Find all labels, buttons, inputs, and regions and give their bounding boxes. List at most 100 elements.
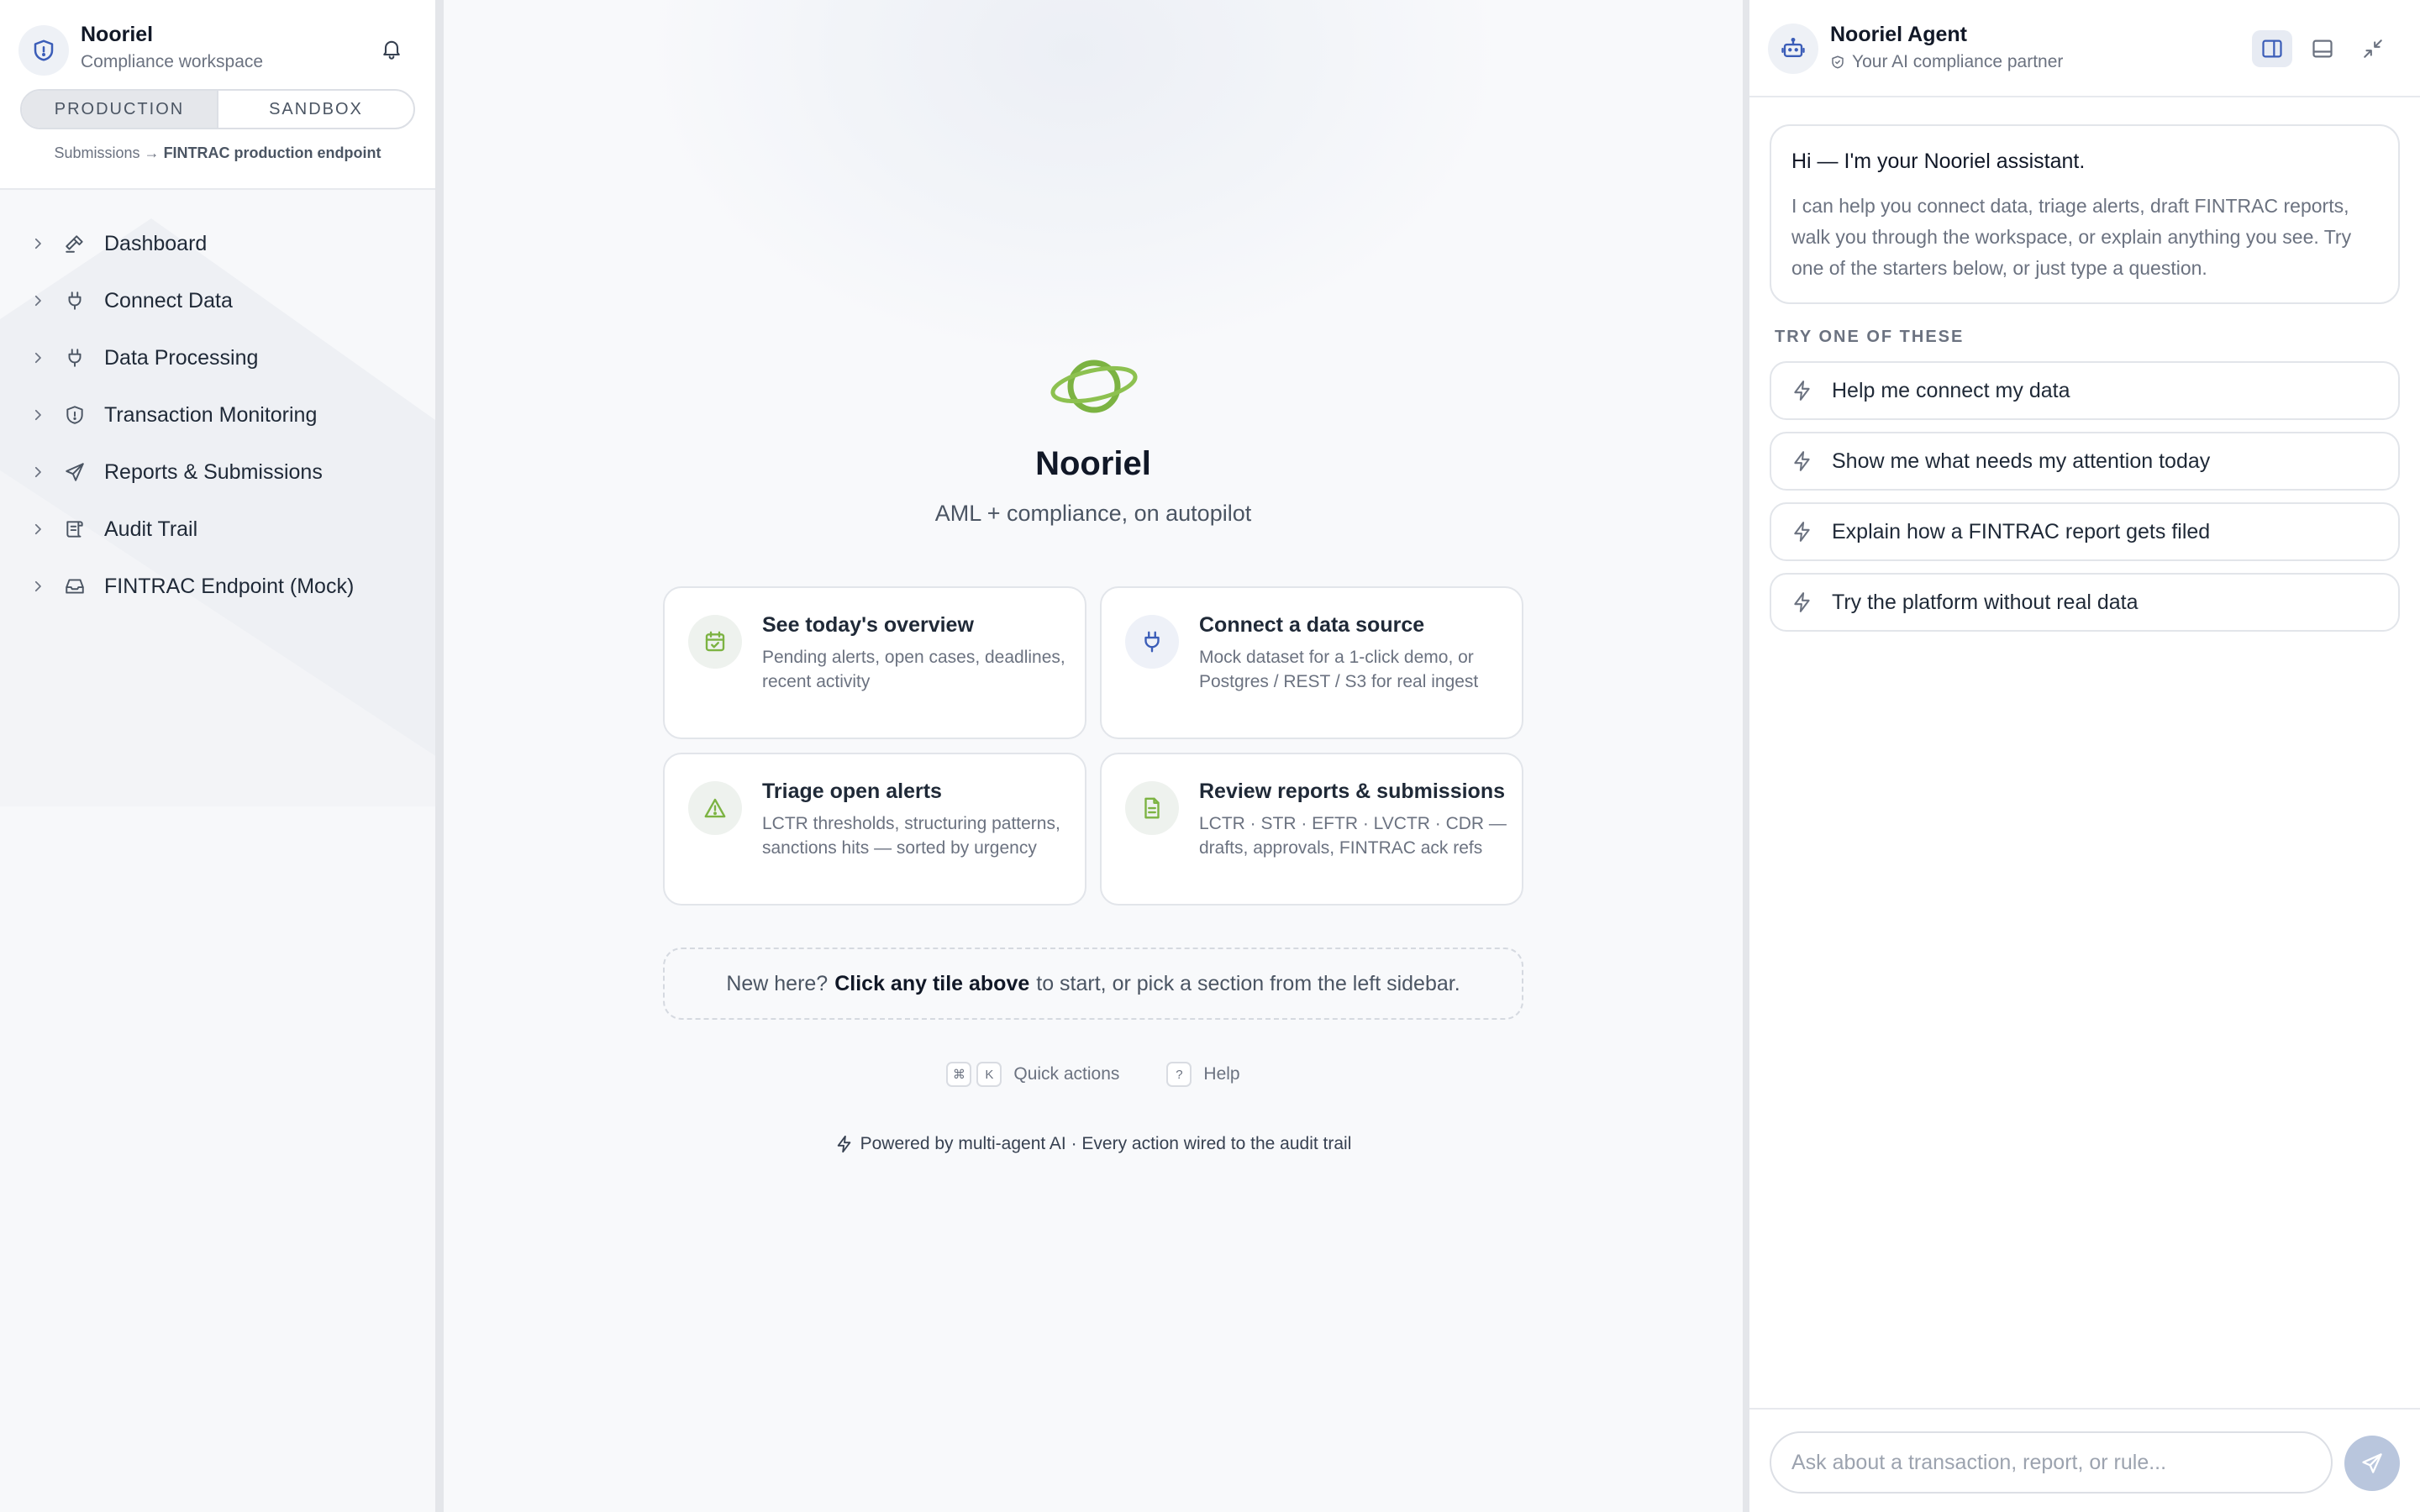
brand-title: Nooriel xyxy=(1035,445,1151,482)
background-glow xyxy=(654,0,1494,353)
help-label[interactable]: Help xyxy=(1203,1064,1239,1084)
greeting-title: Hi — I'm your Nooriel assistant. xyxy=(1791,150,2086,173)
starter-label: Try the platform without real data xyxy=(1832,590,2139,614)
powered-by-text: Powered by multi-agent AI · Every action… xyxy=(860,1134,1352,1153)
chat-composer xyxy=(1749,1408,2420,1512)
tile-todays-overview[interactable]: See today's overview Pending alerts, ope… xyxy=(663,586,1086,739)
starter-connect-data[interactable]: Help me connect my data xyxy=(1770,361,2400,420)
sidebar-item-label: Reports & Submissions xyxy=(104,459,323,484)
main-content: Nooriel AML + compliance, on autopilot S… xyxy=(444,0,1743,1512)
sidebar-item-reports-submissions[interactable]: Reports & Submissions xyxy=(0,444,435,501)
env-sandbox-tab[interactable]: SANDBOX xyxy=(218,91,413,128)
robot-icon xyxy=(1768,24,1818,74)
starter-label: Help me connect my data xyxy=(1832,378,2070,402)
powered-by: Powered by multi-agent AI · Every action… xyxy=(444,1134,1743,1154)
cmd-key: ⌘ xyxy=(946,1062,972,1087)
warning-icon xyxy=(688,781,742,835)
agent-title: Nooriel Agent xyxy=(1830,23,1967,46)
tile-review-reports[interactable]: Review reports & submissions LCTR · STR … xyxy=(1100,753,1523,906)
tile-description: Pending alerts, open cases, deadlines, r… xyxy=(762,648,1065,691)
chevron-right-icon xyxy=(29,349,47,367)
starter-label: Show me what needs my attention today xyxy=(1832,449,2211,473)
starter-attention-today[interactable]: Show me what needs my attention today xyxy=(1770,432,2400,491)
document-icon xyxy=(1125,781,1179,835)
tile-title: Triage open alerts xyxy=(762,780,942,803)
help-key: ? xyxy=(1166,1062,1192,1087)
send-icon xyxy=(62,459,87,485)
send-button[interactable] xyxy=(2344,1436,2400,1491)
onboarding-hint: New here? Click any tile above to start,… xyxy=(663,948,1523,1020)
plug-icon xyxy=(1125,615,1179,669)
sidebar-item-data-processing[interactable]: Data Processing xyxy=(0,329,435,386)
breadcrumb-current: FINTRAC production endpoint xyxy=(163,144,381,161)
tile-title: See today's overview xyxy=(762,613,974,637)
sidebar-item-label: Data Processing xyxy=(104,345,259,370)
breadcrumb-arrow: → xyxy=(144,144,160,161)
quick-actions-label[interactable]: Quick actions xyxy=(1013,1064,1119,1084)
plug-icon xyxy=(62,345,87,370)
agent-subtitle: Your AI compliance partner xyxy=(1830,52,2063,72)
starters-label: TRY ONE OF THESE xyxy=(1775,328,1965,346)
calendar-check-icon xyxy=(688,615,742,669)
sidebar-item-label: Connect Data xyxy=(104,288,233,312)
bolt-icon xyxy=(1791,450,1817,472)
brand-subtitle: AML + compliance, on autopilot xyxy=(934,501,1252,526)
sidebar-item-label: Transaction Monitoring xyxy=(104,402,318,427)
sidebar-item-transaction-monitoring[interactable]: Transaction Monitoring xyxy=(0,386,435,444)
sidebar-header: Nooriel Compliance workspace PRODUCTION … xyxy=(0,0,435,190)
sidebar-item-label: Audit Trail xyxy=(104,517,198,541)
left-sidebar: Nooriel Compliance workspace PRODUCTION … xyxy=(0,0,435,1512)
chevron-right-icon xyxy=(29,406,47,424)
sidebar-item-audit-trail[interactable]: Audit Trail xyxy=(0,501,435,558)
tile-description: Mock dataset for a 1-click demo, or Post… xyxy=(1199,648,1479,691)
tile-description: LCTR thresholds, structuring patterns, s… xyxy=(762,814,1060,858)
assistant-greeting-card: Hi — I'm your Nooriel assistant. I can h… xyxy=(1770,124,2400,304)
environment-toggle: PRODUCTION SANDBOX xyxy=(20,89,415,129)
hammer-icon xyxy=(62,231,87,256)
chevron-right-icon xyxy=(29,577,47,596)
starter-fintrac-report[interactable]: Explain how a FINTRAC report gets filed xyxy=(1770,502,2400,561)
chevron-right-icon xyxy=(29,520,47,538)
agent-subtitle-text: Your AI compliance partner xyxy=(1852,52,2064,71)
planet-logo-icon xyxy=(1050,360,1138,413)
greeting-body: I can help you connect data, triage aler… xyxy=(1791,195,2352,279)
plug-icon xyxy=(62,288,87,313)
notifications-bell-icon[interactable] xyxy=(376,34,407,64)
env-production-tab[interactable]: PRODUCTION xyxy=(22,91,218,128)
starter-label: Explain how a FINTRAC report gets filed xyxy=(1832,519,2211,543)
sidebar-item-dashboard[interactable]: Dashboard xyxy=(0,215,435,272)
agent-header: Nooriel Agent Your AI compliance partner xyxy=(1749,0,2420,97)
starter-try-without-data[interactable]: Try the platform without real data xyxy=(1770,573,2400,632)
tile-connect-data-source[interactable]: Connect a data source Mock dataset for a… xyxy=(1100,586,1523,739)
bottom-panel-layout-button[interactable] xyxy=(2302,30,2343,67)
keyboard-shortcuts: ⌘ K Quick actions ? Help xyxy=(444,1062,1743,1087)
workspace-title: Nooriel xyxy=(81,23,154,46)
chevron-right-icon xyxy=(29,463,47,481)
tile-title: Connect a data source xyxy=(1199,613,1425,637)
inbox-icon xyxy=(62,574,87,599)
collapse-panel-button[interactable] xyxy=(2353,30,2393,67)
agent-panel: Nooriel Agent Your AI compliance partner… xyxy=(1749,0,2420,1512)
tile-title: Review reports & submissions xyxy=(1199,780,1506,803)
chevron-right-icon xyxy=(29,234,47,253)
bolt-icon xyxy=(1791,521,1817,543)
sidebar-item-label: Dashboard xyxy=(104,231,208,255)
chat-input[interactable] xyxy=(1770,1431,2333,1494)
bolt-icon xyxy=(1791,380,1817,402)
bolt-icon xyxy=(1791,591,1817,613)
sidebar-item-label: FINTRAC Endpoint (Mock) xyxy=(104,574,355,598)
breadcrumb-from: Submissions xyxy=(54,144,140,161)
sidebar-nav: Dashboard Connect Data Data Processing T… xyxy=(0,190,435,615)
sidebar-resize-handle[interactable] xyxy=(435,0,444,1512)
hint-prefix: New here? xyxy=(726,971,829,995)
tile-triage-alerts[interactable]: Triage open alerts LCTR thresholds, stru… xyxy=(663,753,1086,906)
sidebar-layout-button[interactable] xyxy=(2252,30,2292,67)
sidebar-item-connect-data[interactable]: Connect Data xyxy=(0,272,435,329)
k-key: K xyxy=(976,1062,1002,1087)
shield-logo-icon xyxy=(18,25,69,76)
agent-panel-resize-handle[interactable] xyxy=(1743,0,1749,1512)
bolt-icon xyxy=(835,1135,854,1153)
hint-bold: Click any tile above xyxy=(834,971,1030,995)
sidebar-item-fintrac-endpoint[interactable]: FINTRAC Endpoint (Mock) xyxy=(0,558,435,615)
chevron-right-icon xyxy=(29,291,47,310)
